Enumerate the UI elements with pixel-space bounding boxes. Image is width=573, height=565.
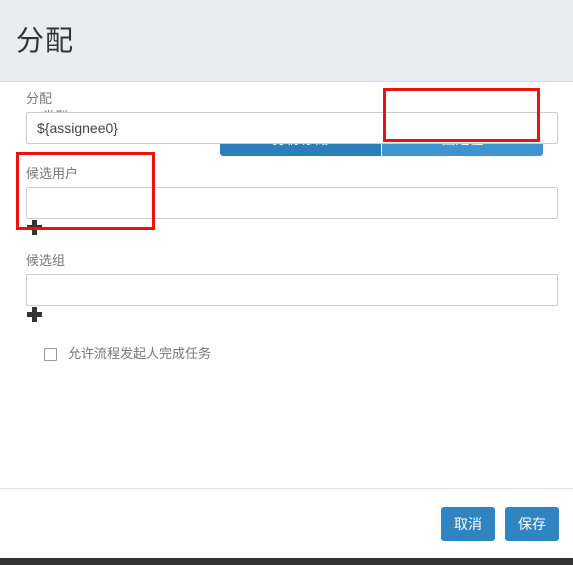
assignment-dialog: 分配 类型 身份存储 固定值 分配 候选用户 候选组 bbox=[0, 0, 573, 558]
candidate-groups-field: 候选组 bbox=[26, 252, 558, 306]
page-title: 分配 bbox=[16, 24, 75, 56]
allow-initiator-checkbox[interactable] bbox=[44, 347, 57, 361]
candidate-groups-input[interactable] bbox=[26, 274, 558, 306]
add-candidate-group-plus-icon[interactable] bbox=[27, 307, 43, 323]
allow-initiator-checkbox-label[interactable]: 允许流程发起人完成任务 bbox=[68, 345, 211, 363]
candidate-users-input[interactable] bbox=[26, 187, 558, 219]
dialog-body: 类型 身份存储 固定值 分配 候选用户 候选组 允许流程发起人完成任务 bbox=[0, 82, 573, 488]
bottom-strip bbox=[0, 558, 573, 565]
candidate-users-field: 候选用户 bbox=[26, 165, 558, 219]
candidate-users-label: 候选用户 bbox=[26, 166, 79, 181]
add-candidate-user-plus-icon[interactable] bbox=[27, 220, 43, 236]
assignee-field: 分配 bbox=[26, 90, 558, 144]
save-button[interactable]: 保存 bbox=[505, 506, 559, 541]
assignee-input[interactable] bbox=[26, 112, 558, 144]
dialog-header: 分配 bbox=[0, 0, 573, 82]
assignee-label: 分配 bbox=[26, 91, 53, 106]
dialog-footer: 取消 保存 bbox=[0, 488, 573, 558]
cancel-button[interactable]: 取消 bbox=[441, 506, 495, 541]
candidate-groups-label: 候选组 bbox=[26, 253, 66, 268]
allow-initiator-checkbox-row: 允许流程发起人完成任务 bbox=[44, 344, 211, 364]
